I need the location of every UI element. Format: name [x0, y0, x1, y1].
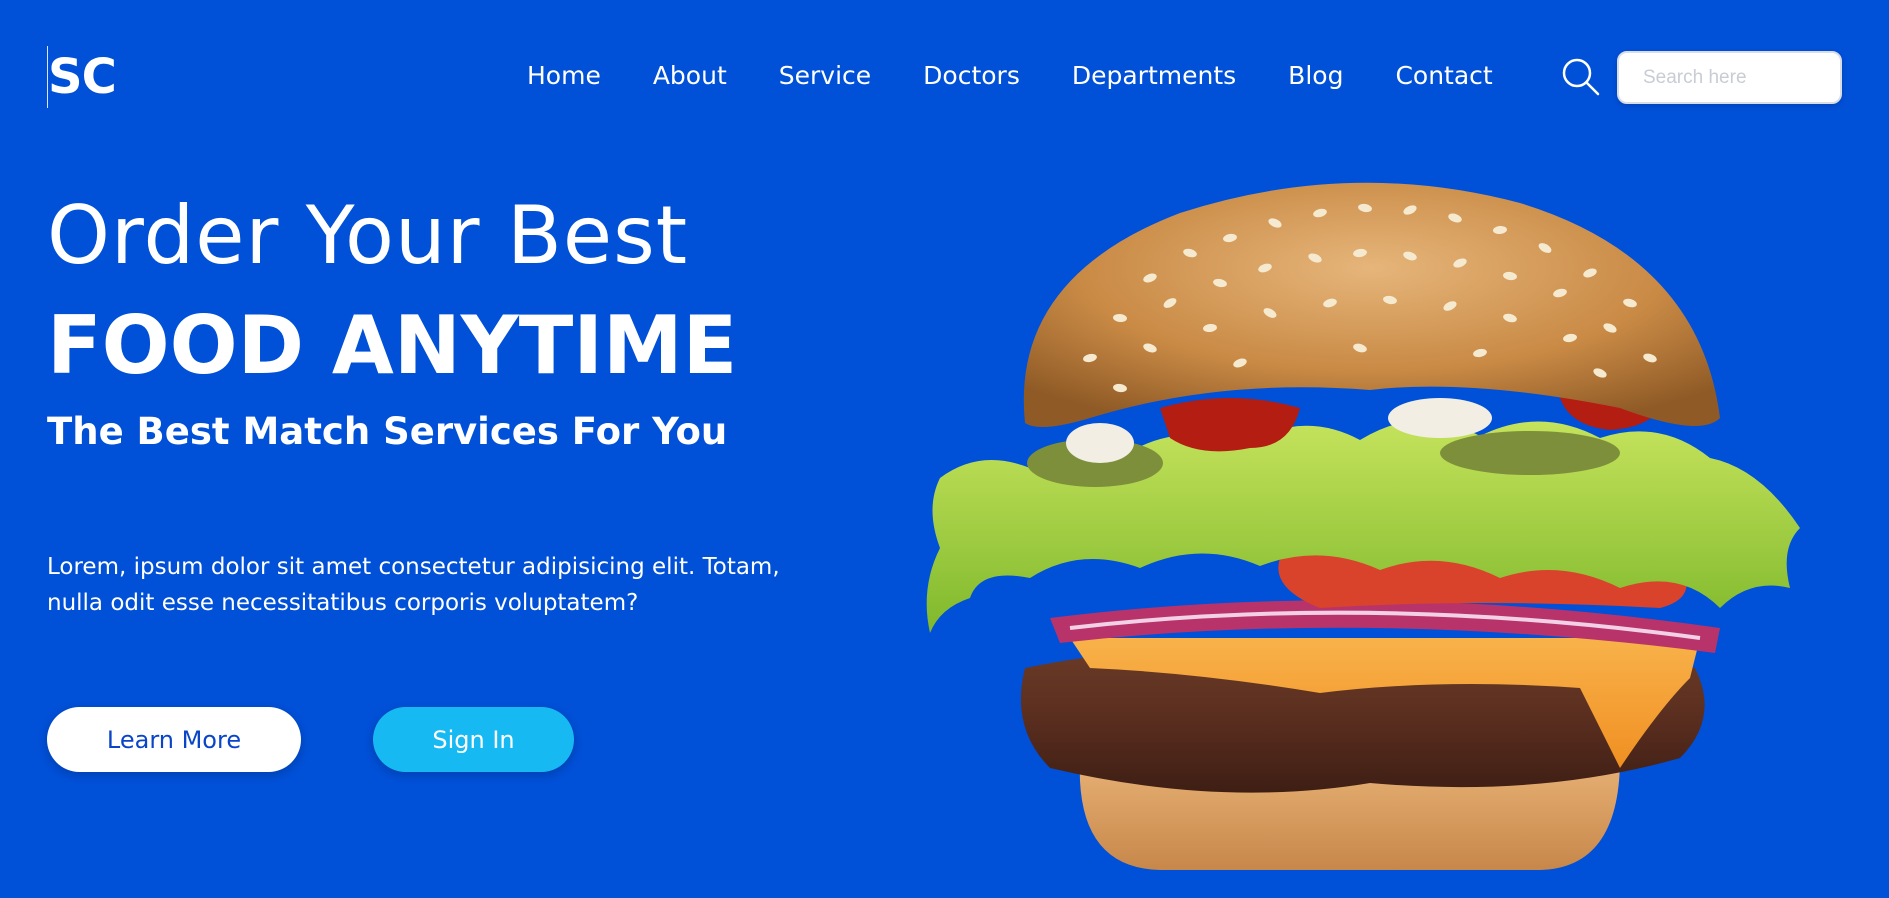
search-icon[interactable]: [1561, 57, 1601, 97]
nav-item-contact[interactable]: Contact: [1395, 58, 1492, 94]
hero-heading-line2: FOOD ANYTIME: [47, 299, 738, 392]
nav-item-blog[interactable]: Blog: [1288, 58, 1343, 94]
main-nav: Home About Service Doctors Departments B…: [527, 58, 1493, 94]
nav-item-service[interactable]: Service: [779, 58, 871, 94]
logo[interactable]: SC: [47, 46, 117, 108]
burger-image: [920, 168, 1820, 880]
search-input[interactable]: [1617, 51, 1842, 104]
nav-item-doctors[interactable]: Doctors: [923, 58, 1020, 94]
nav-item-about[interactable]: About: [653, 58, 727, 94]
nav-item-home[interactable]: Home: [527, 58, 601, 94]
hero-heading-line1: Order Your Best: [47, 189, 689, 282]
sign-in-button[interactable]: Sign In: [373, 707, 574, 772]
hero-subheading: The Best Match Services For You: [47, 410, 728, 453]
hero-description: Lorem, ipsum dolor sit amet consectetur …: [47, 554, 780, 616]
learn-more-button[interactable]: Learn More: [47, 707, 301, 772]
nav-item-departments[interactable]: Departments: [1072, 58, 1236, 94]
landing-page: SC Home About Service Doctors Department…: [0, 0, 1889, 898]
